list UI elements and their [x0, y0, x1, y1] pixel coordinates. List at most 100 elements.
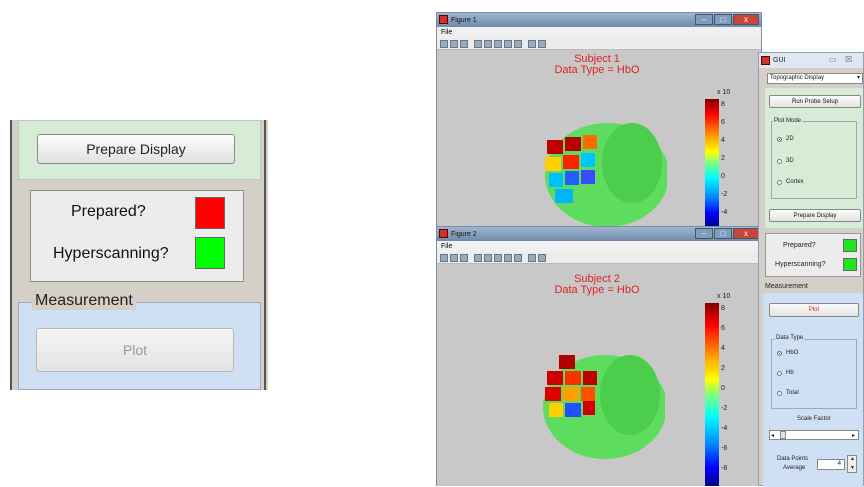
maximize-button[interactable]: □: [714, 14, 732, 25]
prepared-indicator: [195, 197, 225, 229]
pan-icon[interactable]: [494, 253, 502, 262]
average-stepper[interactable]: ▲ ▼: [847, 455, 857, 473]
data-type-label: Data Type: [775, 335, 805, 341]
figure1-menu-file[interactable]: File: [437, 27, 761, 38]
figure2-colorbar-exponent: x 10: [717, 293, 731, 300]
display-type-select[interactable]: Topographic Display: [767, 73, 863, 84]
datacursor-icon[interactable]: [514, 39, 522, 48]
zoom-in-icon[interactable]: [474, 253, 482, 262]
tick-label: 0: [721, 173, 725, 180]
tick-label: 2: [721, 365, 725, 372]
figure2-brain-plot: [543, 355, 665, 459]
scale-factor-slider[interactable]: ◂ ▸: [769, 430, 859, 440]
tick-label: -8: [721, 465, 728, 472]
figure2-title: Figure 2: [451, 230, 477, 238]
colorbar-icon[interactable]: [528, 253, 536, 262]
type-total-radio[interactable]: [777, 391, 782, 396]
average-input[interactable]: 4: [817, 459, 845, 470]
minimize-button[interactable]: –: [695, 228, 713, 239]
close-icon[interactable]: ☒: [845, 55, 852, 64]
figure1-datatype-title: Data Type = HbO: [554, 64, 640, 76]
zoom-out-icon[interactable]: [484, 253, 492, 262]
maximize-button[interactable]: □: [714, 228, 732, 239]
run-probe-setup-button[interactable]: Run Probe Setup: [769, 95, 861, 108]
prepare-display-button[interactable]: Prepare Display: [37, 134, 235, 164]
type-total-label: Total: [786, 390, 799, 396]
figure2-menu-file[interactable]: File: [437, 241, 761, 252]
tick-label: -4: [721, 209, 728, 216]
mode-cortex-label: Cortex: [786, 179, 804, 185]
minimize-button[interactable]: –: [695, 14, 713, 25]
mode-2d-label: 2D: [786, 136, 794, 142]
matlab-icon: [439, 15, 448, 24]
rotate-icon[interactable]: [504, 39, 512, 48]
tick-label: 6: [721, 119, 725, 126]
figure1-title: Figure 1: [451, 16, 477, 24]
figure1-brain-plot: [545, 123, 667, 227]
rotate-icon[interactable]: [504, 253, 512, 262]
slider-thumb[interactable]: [780, 431, 786, 439]
minimize-icon[interactable]: ▭: [829, 55, 837, 64]
chevron-down-icon[interactable]: ▾: [857, 74, 860, 81]
prepare-display-button[interactable]: Prepare Display: [769, 209, 861, 222]
save-icon[interactable]: [450, 39, 458, 48]
data-type-group: [771, 339, 857, 409]
mode-cortex-radio[interactable]: [777, 180, 782, 185]
type-hbo-radio[interactable]: [777, 351, 782, 356]
save-icon[interactable]: [450, 253, 458, 262]
tick-label: -4: [721, 425, 728, 432]
tick-label: -2: [721, 191, 728, 198]
close-button[interactable]: x: [733, 14, 759, 25]
tick-label: -2: [721, 405, 728, 412]
colorbar-icon[interactable]: [528, 39, 536, 48]
figure2-titlebar[interactable]: Figure 2 – □ x: [437, 227, 761, 241]
hyperscanning-label: Hyperscanning?: [53, 245, 169, 262]
legend-icon[interactable]: [538, 39, 546, 48]
print-icon[interactable]: [460, 39, 468, 48]
figure1-window: Figure 1 – □ x File Subject 1 Data Type …: [436, 12, 762, 227]
panel-border-left: [10, 120, 12, 390]
measurement-title: Measurement: [32, 292, 136, 310]
plot-mode-group: [771, 121, 857, 199]
slider-left-arrow-icon[interactable]: ◂: [771, 432, 774, 439]
panel-border-right: [264, 120, 266, 390]
open-icon[interactable]: [440, 253, 448, 262]
stepper-up-icon[interactable]: ▲: [850, 456, 855, 462]
tick-label: 8: [721, 101, 725, 108]
print-icon[interactable]: [460, 253, 468, 262]
tick-label: 4: [721, 345, 725, 352]
tick-label: 6: [721, 325, 725, 332]
type-hb-radio[interactable]: [777, 371, 782, 376]
matlab-icon: [439, 229, 448, 238]
tick-label: 8: [721, 305, 725, 312]
figure1-titlebar[interactable]: Figure 1 – □ x: [437, 13, 761, 27]
plot-button[interactable]: Plot: [36, 328, 234, 372]
figure2-window-controls: – □ x: [695, 228, 759, 239]
zoomed-gui-panel: Prepare Display Prepared? Hyperscanning?…: [10, 120, 268, 390]
matlab-icon: [761, 56, 770, 65]
plot-mode-label: Plot Mode: [773, 118, 803, 124]
mode-2d-radio[interactable]: [777, 137, 782, 142]
figure1-window-controls: – □ x: [695, 14, 759, 25]
type-hb-label: Hb: [786, 370, 794, 376]
gui-measurement-label: Measurement: [765, 283, 808, 290]
gui-titlebar[interactable]: GUI ▭ ☒: [759, 53, 863, 68]
average-label: Average: [783, 465, 806, 471]
datacursor-icon[interactable]: [514, 253, 522, 262]
zoom-out-icon[interactable]: [484, 39, 492, 48]
figure1-axes: Subject 1 Data Type = HbO x 10 8 6 4 2 0…: [437, 51, 761, 227]
legend-icon[interactable]: [538, 253, 546, 262]
pan-icon[interactable]: [494, 39, 502, 48]
slider-right-arrow-icon[interactable]: ▸: [852, 432, 855, 439]
gui-plot-button[interactable]: Plot: [769, 303, 859, 317]
open-icon[interactable]: [440, 39, 448, 48]
scale-factor-label: Scale Factor: [797, 416, 831, 422]
mode-3d-radio[interactable]: [777, 159, 782, 164]
prepared-label: Prepared?: [71, 203, 146, 220]
figure1-toolbar: [437, 38, 761, 50]
data-points-label: Data Points: [777, 456, 809, 462]
stepper-down-icon[interactable]: ▼: [850, 465, 855, 471]
zoom-in-icon[interactable]: [474, 39, 482, 48]
mode-3d-label: 3D: [786, 158, 794, 164]
close-button[interactable]: x: [733, 228, 759, 239]
